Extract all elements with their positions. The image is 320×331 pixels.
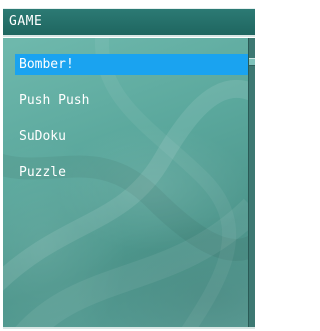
list-item-puzzle[interactable]: Puzzle — [15, 162, 248, 183]
list-item-sudoku[interactable]: SuDoku — [15, 126, 248, 147]
list-item-push-push[interactable]: Push Push — [15, 90, 248, 111]
game-menu-window: GAME Bomber! Push Push SuDoku Puzzle — [0, 0, 260, 331]
scroll-thumb[interactable] — [249, 58, 255, 66]
window-title: GAME — [3, 8, 255, 37]
list-item-bomber[interactable]: Bomber! — [15, 54, 248, 75]
vertical-scrollbar[interactable] — [248, 38, 255, 327]
game-list-panel: Bomber! Push Push SuDoku Puzzle — [3, 38, 255, 327]
game-list: Bomber! Push Push SuDoku Puzzle — [15, 54, 248, 198]
bottom-border — [3, 327, 255, 329]
